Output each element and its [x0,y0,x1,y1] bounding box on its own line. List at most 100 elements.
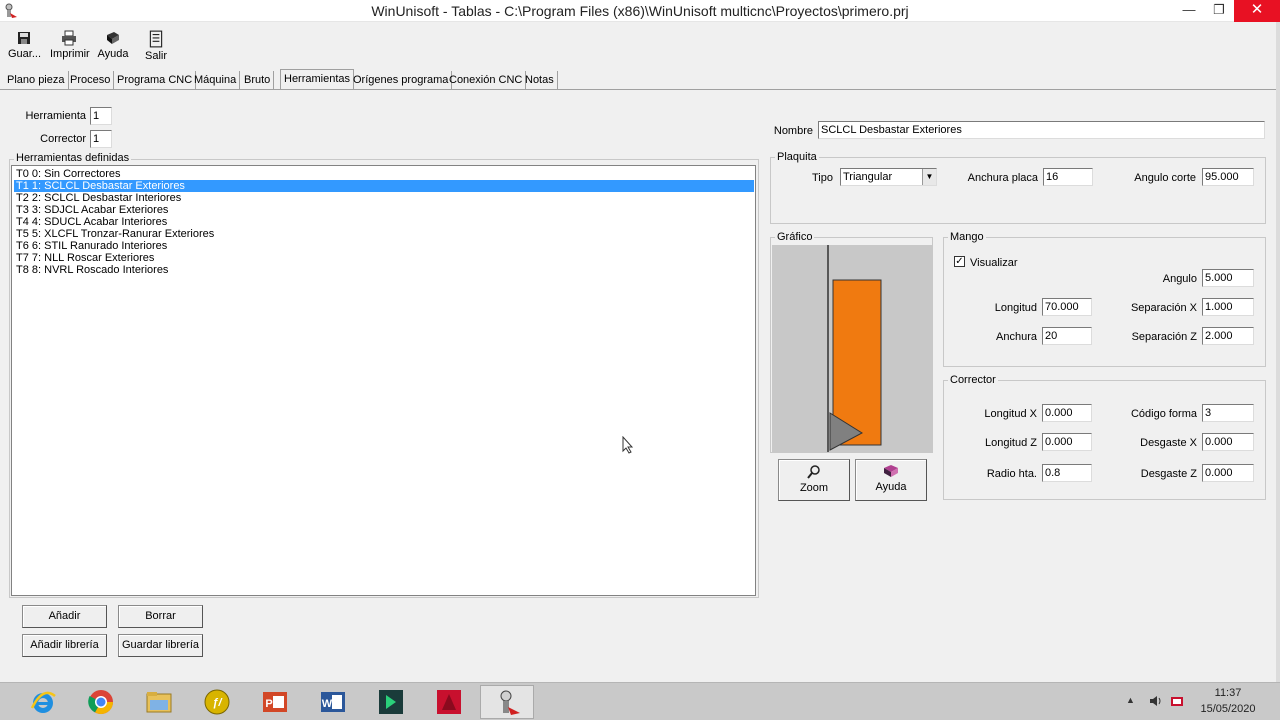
tipo-select[interactable]: Triangular ▼ [840,168,937,186]
taskbar: ƒ/ P W ▲ 11:37 15/05/2020 [0,682,1280,720]
save-button[interactable]: Guar... [8,30,41,60]
minimize-button[interactable]: — [1174,0,1204,22]
anchura-placa-field[interactable]: 16 [1043,168,1093,186]
book-icon [884,465,898,477]
tab-programa-cnc[interactable]: Programa CNC [114,71,197,90]
tab-notas[interactable]: Notas [522,71,558,90]
graphic-help-button[interactable]: Ayuda [855,459,927,501]
print-button[interactable]: Imprimir [50,30,90,60]
add-button[interactable]: Añadir [22,605,107,628]
tab-maquina[interactable]: Máquina [191,71,241,90]
tools-list[interactable]: T0 0: Sin Correctores T1 1: SCLCL Desbas… [11,165,756,596]
nombre-field[interactable]: SCLCL Desbastar Exteriores [818,121,1265,139]
app-circle-button[interactable]: ƒ/ [190,685,244,719]
desgaste-z-field[interactable]: 0.000 [1202,464,1254,482]
list-item[interactable]: T4 4: SDUCL Acabar Interiores [14,216,754,228]
maximize-button[interactable]: ❐ [1204,0,1234,22]
tool-graphic [772,245,932,452]
tab-plano-pieza[interactable]: Plano pieza [4,71,69,90]
list-item[interactable]: T3 3: SDJCL Acabar Exteriores [14,204,754,216]
file-explorer-icon [146,692,172,713]
help-button[interactable]: Ayuda [96,30,130,60]
powerpoint-button[interactable]: P [248,685,302,719]
language-icon[interactable] [1170,694,1184,708]
floppy-disk-icon [18,32,30,44]
word-button[interactable]: W [306,685,360,719]
tipo-select-value: Triangular [843,171,893,183]
window-title: WinUnisoft - Tablas - C:\Program Files (… [371,3,909,19]
radio-hta-field[interactable]: 0.8 [1042,464,1092,482]
scrollbar[interactable] [1276,22,1280,682]
save-library-button[interactable]: Guardar librería [118,634,203,657]
codigo-forma-label: Código forma [1130,408,1197,420]
tab-origenes-programa[interactable]: Orígenes programa [350,71,453,90]
app-arrow-button[interactable] [364,685,418,719]
graphic-help-label: Ayuda [875,481,907,493]
tab-conexion-cnc[interactable]: Conexión CNC [446,71,527,90]
longitud-z-field[interactable]: 0.000 [1042,433,1092,451]
exit-button[interactable]: Salir [140,30,172,62]
mango-longitud-field[interactable]: 70.000 [1042,298,1092,316]
tab-proceso[interactable]: Proceso [67,71,115,90]
plaquita-group-title: Plaquita [775,151,819,163]
mango-angulo-field[interactable]: 5.000 [1202,269,1254,287]
exit-label: Salir [144,50,167,62]
grafico-group-title: Gráfico [775,231,815,243]
list-item[interactable]: T7 7: NLL Roscar Exteriores [14,252,754,264]
herramienta-field[interactable]: 1 [90,107,112,125]
chrome-button[interactable] [74,685,128,719]
tray-chevron-icon[interactable]: ▲ [1126,695,1135,705]
tipo-label: Tipo [812,172,833,184]
angulo-corte-label: Angulo corte [1134,172,1196,184]
codigo-forma-field[interactable]: 3 [1202,404,1254,422]
clock-time[interactable]: 11:37 [1196,687,1260,699]
file-explorer-button[interactable] [132,685,186,719]
powerpoint-icon: P [263,692,287,712]
longitud-x-label: Longitud X [984,408,1037,420]
list-item-selected[interactable]: T1 1: SCLCL Desbastar Exteriores [14,180,754,192]
visualizar-checkbox[interactable]: ✓ [954,256,965,267]
speaker-icon[interactable] [1148,694,1162,708]
desgaste-x-field[interactable]: 0.000 [1202,433,1254,451]
autocad-button[interactable] [422,685,476,719]
tab-herramientas[interactable]: Herramientas [280,69,355,90]
add-library-button[interactable]: Añadir librería [22,634,107,657]
svg-text:W: W [322,698,333,710]
desgaste-z-label: Desgaste Z [1140,468,1197,480]
anchura-placa-label: Anchura placa [967,172,1038,184]
zoom-button[interactable]: Zoom [778,459,850,501]
delete-button[interactable]: Borrar [118,605,203,628]
corrector-label: Corrector [40,133,86,145]
tab-bruto[interactable]: Bruto [241,71,275,90]
list-item[interactable]: T5 5: XLCFL Tronzar-Ranurar Exteriores [14,228,754,240]
corrector-field[interactable]: 1 [90,130,112,148]
chrome-icon [88,690,113,715]
svg-text:P: P [265,698,272,710]
internet-explorer-icon [30,691,56,713]
word-icon: W [321,692,345,712]
separacion-z-field[interactable]: 2.000 [1202,327,1254,345]
printer-icon [62,30,76,46]
internet-explorer-button[interactable] [16,685,70,719]
mango-anchura-field[interactable]: 20 [1042,327,1092,345]
list-item[interactable]: T8 8: NVRL Roscado Interiores [14,264,754,276]
list-item[interactable]: T6 6: STIL Ranurado Interiores [14,240,754,252]
zoom-label: Zoom [799,482,829,494]
title-bar: WinUnisoft - Tablas - C:\Program Files (… [0,0,1280,22]
herramienta-label: Herramienta [25,110,86,122]
chevron-down-icon[interactable]: ▼ [922,169,936,185]
corrector-group-title: Corrector [948,374,998,386]
separacion-x-field[interactable]: 1.000 [1202,298,1254,316]
mango-group-title: Mango [948,231,986,243]
list-item[interactable]: T0 0: Sin Correctores [14,168,754,180]
clock-date[interactable]: 15/05/2020 [1196,703,1260,715]
angulo-corte-field[interactable]: 95.000 [1202,168,1254,186]
autocad-icon [437,690,461,714]
help-label: Ayuda [97,48,129,60]
list-item[interactable]: T2 2: SCLCL Desbastar Interiores [14,192,754,204]
longitud-x-field[interactable]: 0.000 [1042,404,1092,422]
winunisoft-button[interactable] [480,685,534,719]
close-button[interactable]: ✕ [1234,0,1280,22]
print-label: Imprimir [50,48,90,60]
app-arrow-icon [379,690,403,714]
